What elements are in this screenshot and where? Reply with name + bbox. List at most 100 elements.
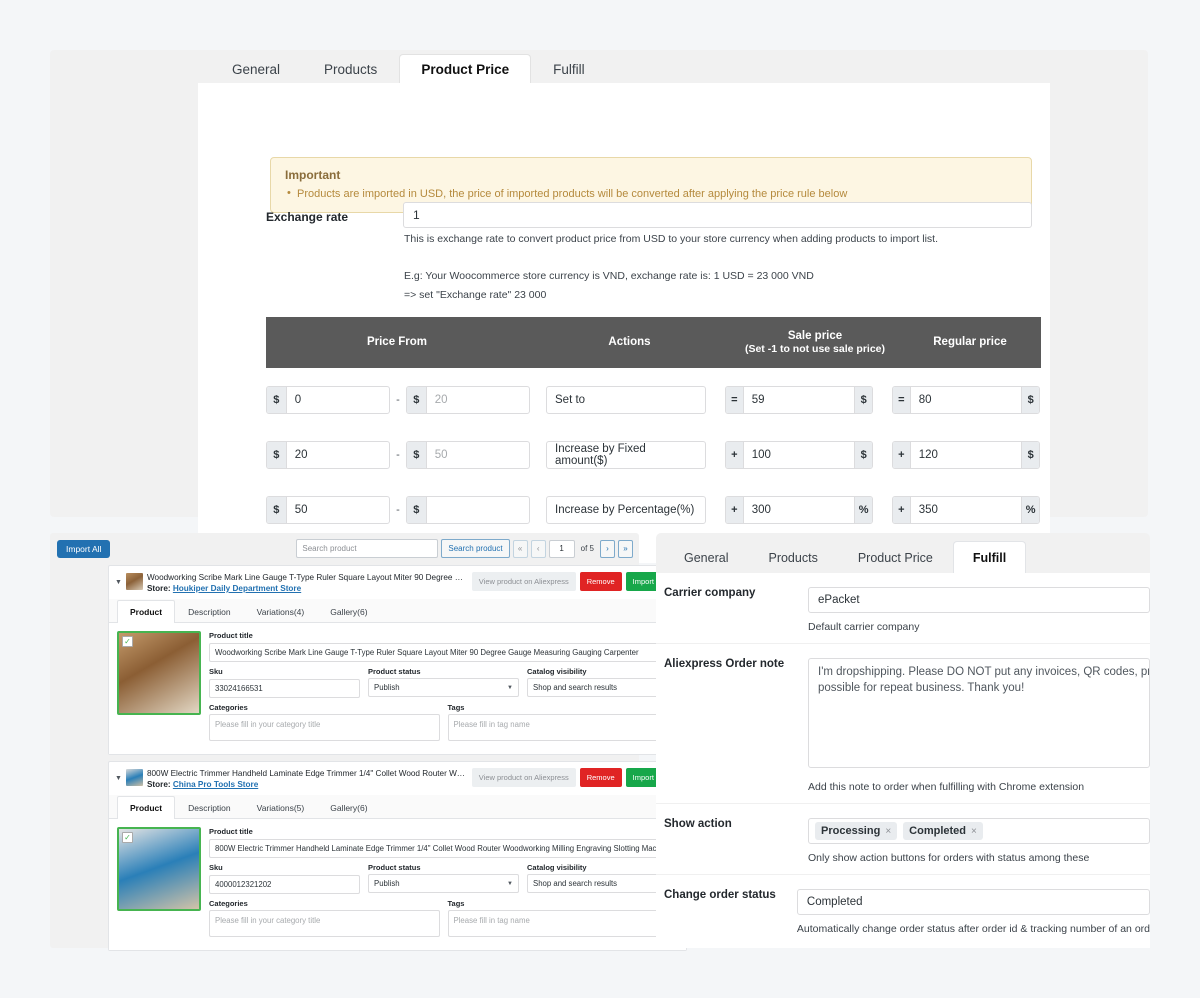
search-input[interactable]	[296, 539, 439, 558]
product-tab-description[interactable]: Description	[175, 796, 244, 819]
regular-price-input-3[interactable]	[910, 497, 1022, 523]
pagination-next-icon[interactable]: ›	[600, 539, 615, 558]
sku-input[interactable]	[209, 679, 360, 699]
regular-price-group-1: = $	[892, 386, 1040, 414]
action-select-1[interactable]: Set to	[546, 386, 706, 414]
product-tab-variations[interactable]: Variations(5)	[244, 796, 318, 819]
tab-general[interactable]: General	[210, 54, 302, 86]
tab-general[interactable]: General	[664, 541, 748, 575]
chevron-down-icon[interactable]: ▼	[115, 579, 122, 586]
range-dash-3: -	[396, 504, 400, 516]
order-note-control: I'm dropshipping. Please DO NOT put any …	[808, 658, 1150, 803]
status-badge[interactable]: Completed ×	[903, 822, 983, 840]
status-badge[interactable]: Processing ×	[815, 822, 898, 840]
sale-price-input-3[interactable]	[743, 497, 855, 523]
price-to-input-2[interactable]	[426, 442, 529, 468]
carrier-company-input[interactable]	[808, 587, 1150, 613]
image-checkbox[interactable]: ✓	[122, 636, 133, 648]
view-on-aliexpress-button[interactable]: View product on Aliexpress	[471, 768, 576, 787]
chevron-down-icon[interactable]: ▼	[115, 775, 122, 782]
pagination-page-input[interactable]	[548, 539, 575, 558]
product-tab-product[interactable]: Product	[117, 796, 176, 820]
product-meta-row: Sku Product status Publish ▼ Catalog vis…	[209, 863, 678, 895]
tab-fulfill[interactable]: Fulfill	[952, 540, 1027, 574]
regular-price-input-2[interactable]	[910, 442, 1022, 468]
change-order-status-input[interactable]	[796, 889, 1150, 915]
show-action-tagbox[interactable]: Processing × Completed ×	[808, 818, 1150, 844]
store-link[interactable]: China Pro Tools Store	[173, 780, 258, 789]
header-sale-price: Sale price (Set -1 to not use sale price…	[731, 329, 899, 357]
remove-product-button[interactable]: Remove	[579, 768, 622, 787]
product-tabs: Product Description Variations(4) Galler…	[109, 599, 686, 624]
action-select-2[interactable]: Increase by Fixed amount($)	[546, 441, 706, 469]
product-tab-description[interactable]: Description	[175, 600, 244, 623]
tags-input[interactable]	[447, 714, 678, 742]
sale-price-input-1[interactable]	[743, 387, 855, 413]
product-status-select[interactable]: Publish ▼	[368, 874, 519, 894]
product-status-select[interactable]: Publish ▼	[368, 678, 519, 698]
tab-product-price[interactable]: Product Price	[838, 541, 953, 575]
image-checkbox[interactable]: ✓	[122, 832, 133, 844]
sale-price-group-3: + %	[725, 496, 873, 524]
price-table-header: Price From Actions Sale price (Set -1 to…	[266, 317, 1041, 368]
currency-icon: $	[267, 387, 287, 413]
tags-input[interactable]	[447, 910, 678, 938]
price-from-group-3: $	[266, 496, 390, 524]
notice-title: Important	[285, 168, 341, 182]
tab-products[interactable]: Products	[302, 54, 399, 86]
pagination-last-icon[interactable]: »	[618, 539, 633, 558]
sale-price-input-2[interactable]	[743, 442, 855, 468]
search-product-button[interactable]: Search product	[441, 539, 510, 558]
product-title-input[interactable]	[209, 643, 678, 663]
product-title-input[interactable]	[209, 839, 678, 859]
import-list-panel: Import All Search product « ‹ of 5 › » ▼…	[50, 533, 687, 952]
store-label: Store:	[146, 780, 171, 790]
view-on-aliexpress-button[interactable]: View product on Aliexpress	[471, 572, 576, 591]
tab-products[interactable]: Products	[748, 541, 837, 575]
sku-field: Sku	[209, 863, 360, 895]
product-image[interactable]: ✓	[117, 827, 201, 912]
unit-icon: $	[1021, 387, 1039, 413]
settings-tabs: General Products Product Price Fulfill	[210, 50, 607, 86]
sale-price-group-1: = $	[725, 386, 873, 414]
product-thumbnail-small	[125, 769, 143, 786]
product-image[interactable]: ✓	[117, 631, 201, 716]
price-from-input-2[interactable]	[286, 442, 389, 468]
remove-product-button[interactable]: Remove	[579, 572, 622, 591]
price-from-input-3[interactable]	[286, 497, 389, 523]
show-action-help: Only show action buttons for orders with…	[808, 852, 1090, 864]
price-from-input-1[interactable]	[286, 387, 389, 413]
product-tab-gallery[interactable]: Gallery(6)	[317, 600, 380, 623]
categories-input[interactable]	[209, 714, 440, 742]
exchange-rate-example-1: E.g: Your Woocommerce store currency is …	[404, 270, 814, 282]
range-dash-1: -	[396, 394, 400, 406]
product-tab-product[interactable]: Product	[117, 600, 176, 624]
header-sale-price-sub: (Set -1 to not use sale price)	[744, 343, 886, 356]
change-order-status-control: Automatically change order status after …	[796, 889, 1150, 945]
sale-price-group-2: + $	[725, 441, 873, 469]
pagination-first-icon[interactable]: «	[512, 539, 528, 558]
close-icon[interactable]: ×	[971, 826, 977, 837]
close-icon[interactable]: ×	[885, 826, 891, 837]
action-select-3[interactable]: Increase by Percentage(%)	[546, 496, 706, 524]
currency-icon: $	[267, 497, 287, 523]
pagination-prev-icon[interactable]: ‹	[530, 539, 546, 558]
price-from-group-1: $	[266, 386, 390, 414]
product-tab-variations[interactable]: Variations(4)	[244, 600, 318, 623]
chevron-down-icon: ▼	[507, 684, 513, 691]
exchange-rate-input[interactable]	[403, 202, 1032, 228]
categories-input[interactable]	[209, 910, 440, 938]
regular-price-input-1[interactable]	[910, 387, 1022, 413]
product-tab-gallery[interactable]: Gallery(6)	[317, 796, 380, 819]
tab-fulfill[interactable]: Fulfill	[531, 54, 607, 86]
operator-icon: +	[893, 497, 911, 523]
import-all-button[interactable]: Import All	[57, 540, 111, 558]
store-link[interactable]: Houkiper Daily Department Store	[173, 584, 301, 593]
tab-product-price[interactable]: Product Price	[399, 53, 532, 85]
order-note-textarea[interactable]: I'm dropshipping. Please DO NOT put any …	[808, 658, 1150, 768]
sku-input[interactable]	[209, 875, 360, 895]
tags-field: Tags	[447, 703, 678, 746]
price-to-input-1[interactable]	[426, 387, 529, 413]
product-edit-body: ✓ Product title Sku Product status Publi…	[109, 819, 686, 951]
price-to-input-3[interactable]	[426, 497, 529, 523]
